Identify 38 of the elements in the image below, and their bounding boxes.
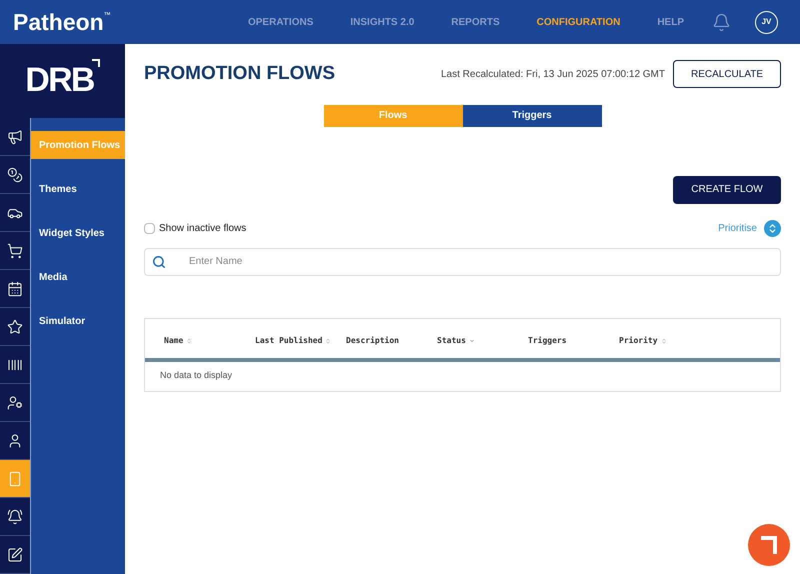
submenu-item[interactable]: Media <box>31 263 125 291</box>
megaphone-icon <box>7 128 23 144</box>
coins-icon <box>7 166 23 182</box>
user-icon <box>7 432 23 448</box>
calendar-icon <box>7 280 23 296</box>
cart-icon <box>7 242 23 258</box>
star-icon <box>7 318 23 334</box>
column-header[interactable]: Triggers <box>528 334 567 346</box>
bell-icon <box>7 508 23 524</box>
tab[interactable]: Triggers <box>462 104 602 126</box>
nav-link[interactable]: CONFIGURATION <box>536 14 620 30</box>
phone-icon <box>7 470 23 486</box>
user-avatar[interactable]: JV <box>755 10 778 34</box>
user-gear-icon <box>7 394 23 410</box>
chat-launcher-icon[interactable] <box>748 524 790 566</box>
column-header[interactable]: Name <box>164 334 184 346</box>
create-flow-button[interactable]: CREATE FLOW <box>673 176 781 204</box>
last-recalculated-text: Last Recalculated: Fri, 13 Jun 2025 07:00:12 GMT <box>440 68 665 82</box>
search-field[interactable]: Enter Name <box>144 248 781 276</box>
column-header[interactable]: Description <box>346 334 399 346</box>
page-title: PROMOTION FLOWS <box>144 62 336 86</box>
submenu-item[interactable]: Themes <box>31 175 125 203</box>
empty-message: No data to display <box>160 369 232 382</box>
brand-logo: Patheon <box>13 8 104 36</box>
column-header[interactable]: Last Published <box>255 334 322 346</box>
submenu-item[interactable]: Simulator <box>31 307 125 335</box>
notification-icon[interactable] <box>712 12 731 32</box>
edit-icon <box>7 546 23 562</box>
column-header[interactable]: Status <box>437 334 466 346</box>
recalculate-button[interactable]: RECALCULATE <box>673 60 781 88</box>
column-header[interactable]: Priority <box>619 334 658 346</box>
drb-logo: DRB <box>25 61 94 99</box>
corner-mark-icon <box>92 59 100 67</box>
checkbox[interactable] <box>144 222 155 234</box>
search-icon <box>152 254 166 268</box>
submenu-item[interactable]: Widget Styles <box>31 219 125 247</box>
sort-toggle-icon[interactable] <box>764 220 781 236</box>
checkbox-label: Show inactive flows <box>159 222 246 236</box>
